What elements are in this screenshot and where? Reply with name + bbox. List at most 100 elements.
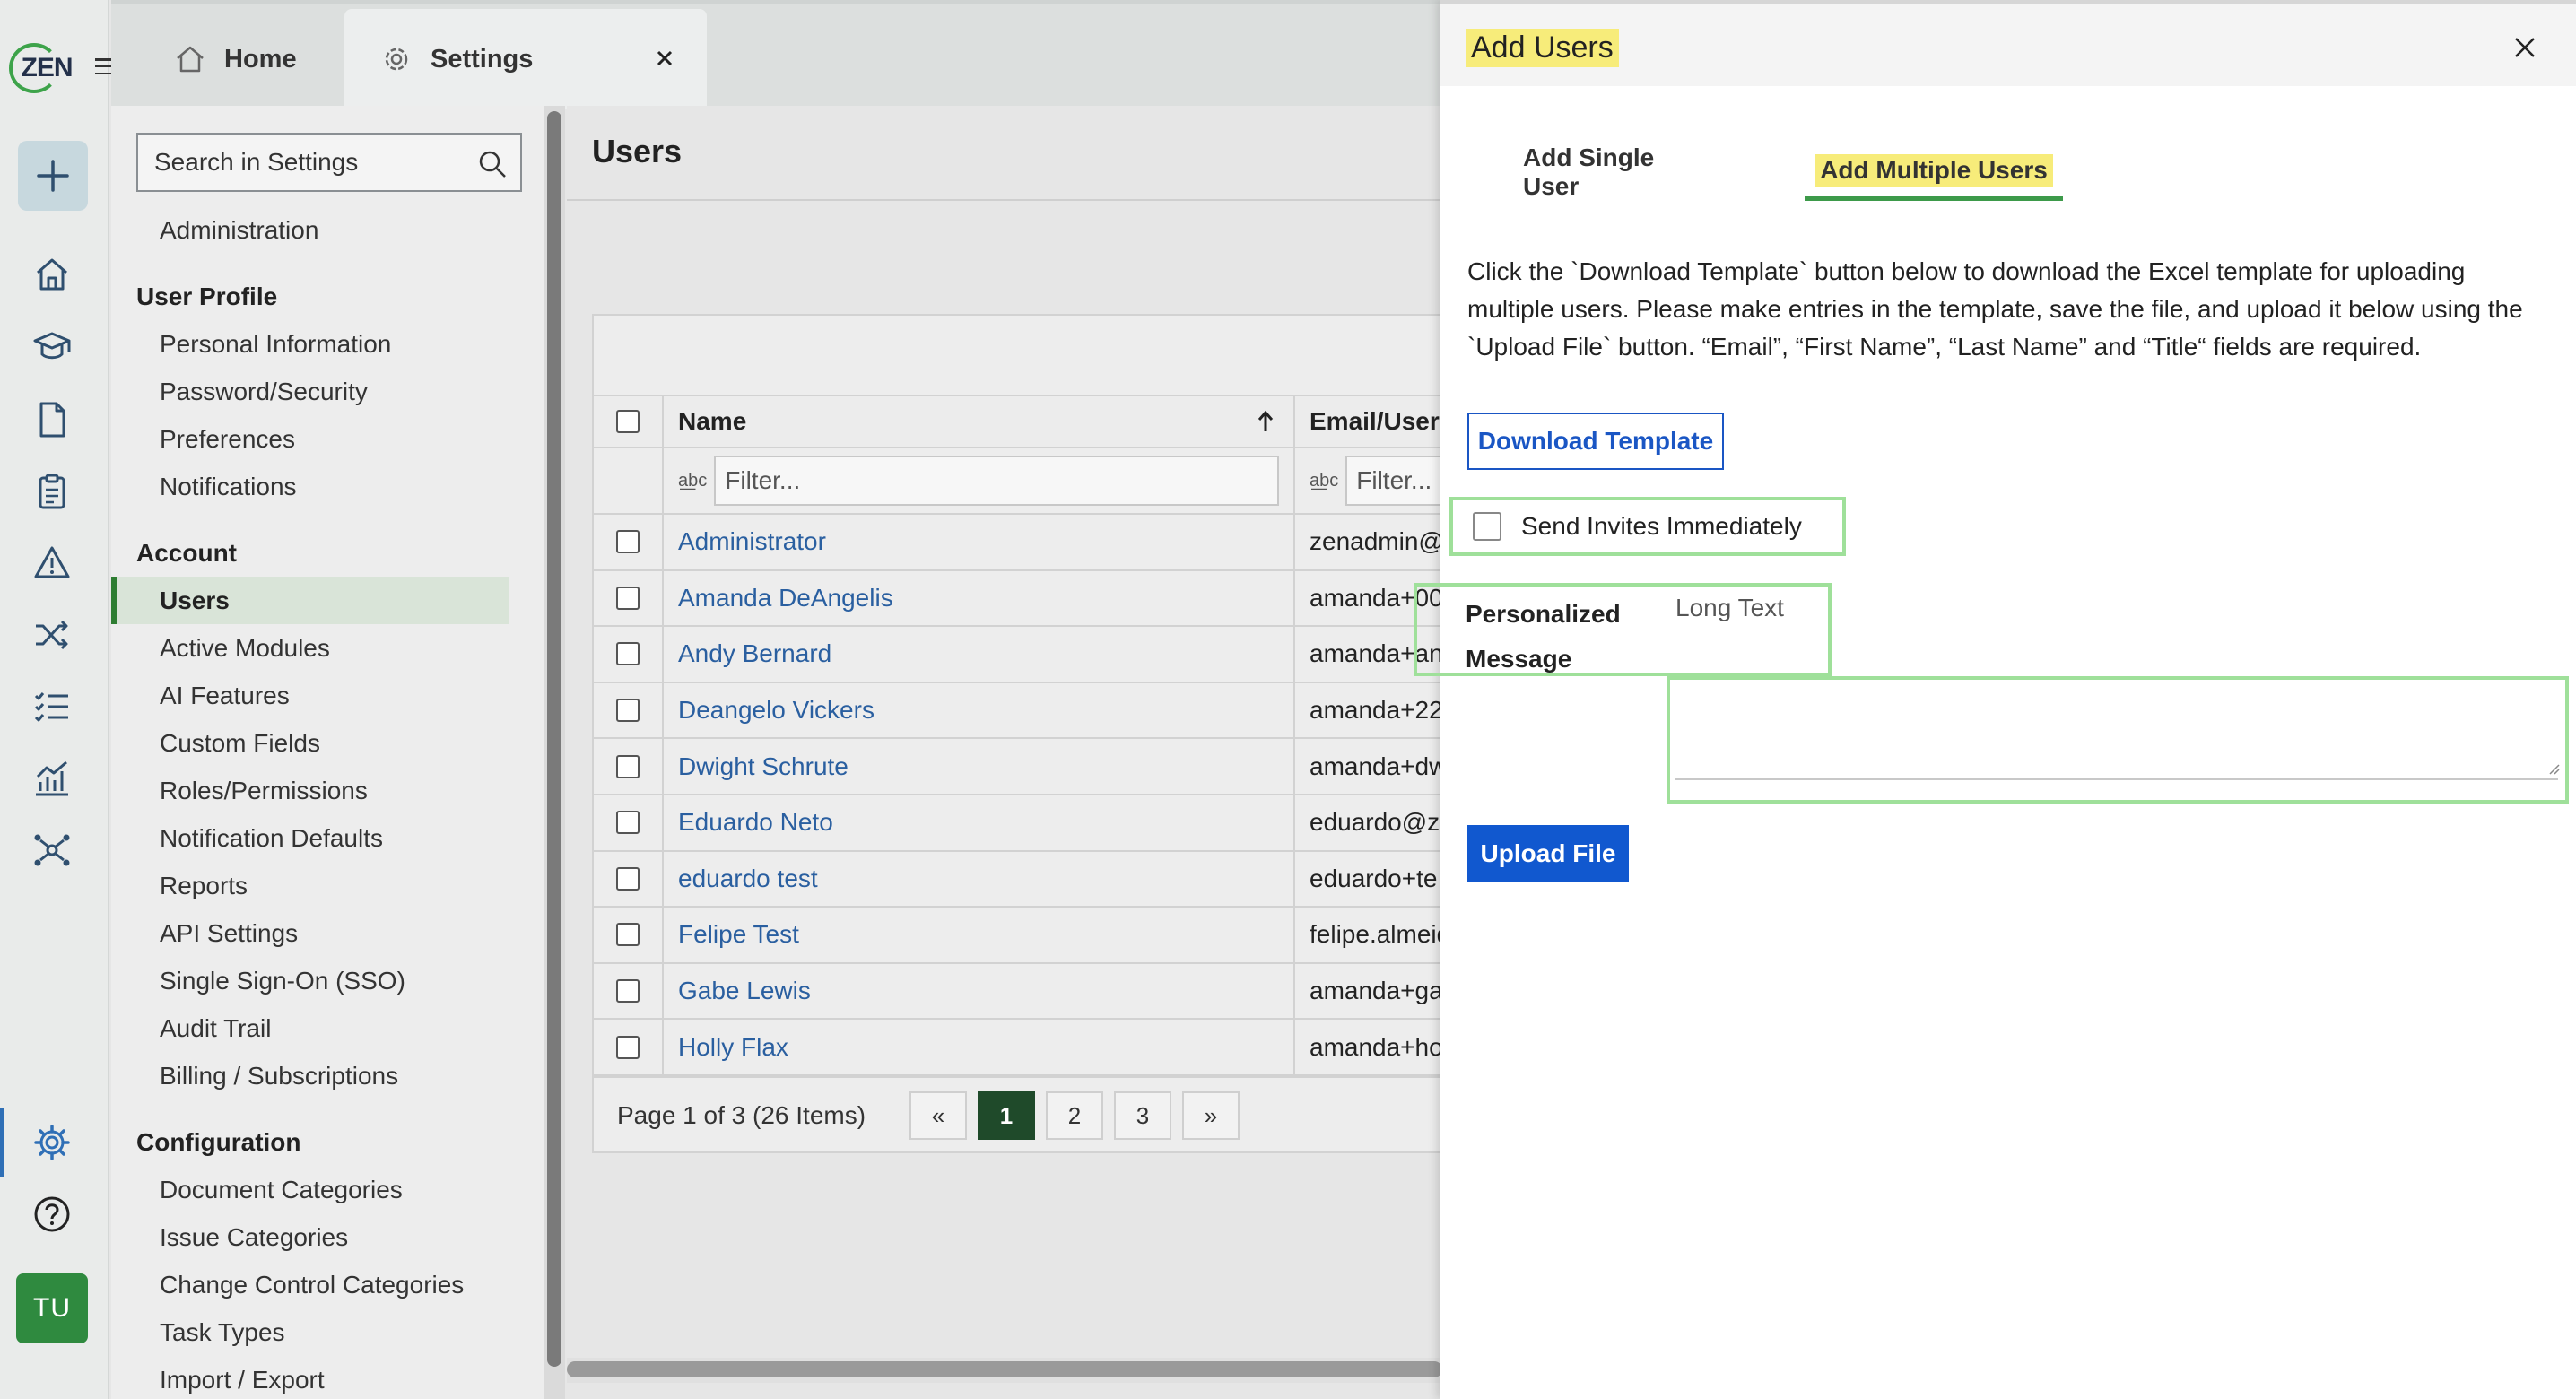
nav-item-reports[interactable]: Reports [111, 862, 547, 909]
table-row: Gabe Lewis amanda+gal [594, 963, 1444, 1021]
pager-next-button[interactable]: » [1182, 1091, 1240, 1140]
nav-item-sso[interactable]: Single Sign-On (SSO) [111, 957, 547, 1004]
user-avatar[interactable]: TU [16, 1273, 88, 1343]
settings-search-input[interactable] [154, 148, 459, 177]
sidebar-scrollbar-thumb[interactable] [547, 111, 561, 1367]
nav-item-ai-features[interactable]: AI Features [111, 672, 547, 719]
nav-item-change-control-categories[interactable]: Change Control Categories [111, 1261, 547, 1308]
nav-item-document-categories[interactable]: Document Categories [111, 1166, 547, 1213]
user-name-link[interactable]: Holly Flax [664, 1020, 1295, 1074]
rail-gear-icon[interactable] [30, 1121, 74, 1164]
close-icon[interactable] [2510, 32, 2540, 63]
tab-settings[interactable]: Settings [344, 9, 707, 109]
add-users-panel: Add Users Add Single User Add Multiple U… [1414, 0, 2576, 1399]
settings-search[interactable] [136, 133, 522, 192]
nav-group-account: Account [136, 539, 237, 567]
rail-checklist-icon[interactable] [30, 685, 74, 728]
add-mode-tabs: Add Single User Add Multiple Users [1440, 143, 2576, 201]
nav-item-notifications[interactable]: Notifications [111, 463, 547, 510]
app-logo[interactable]: ZEN [9, 43, 74, 93]
rail-warning-icon[interactable] [30, 542, 74, 585]
row-checkbox[interactable] [616, 866, 640, 891]
nav-item-preferences[interactable]: Preferences [111, 415, 547, 463]
name-filter-input[interactable] [714, 456, 1280, 506]
close-tab-icon[interactable] [651, 45, 678, 72]
resize-handle-icon[interactable] [2546, 760, 2560, 775]
row-checkbox[interactable] [616, 530, 640, 554]
rail-help-icon[interactable] [30, 1193, 74, 1236]
user-name-link[interactable]: Amanda DeAngelis [664, 570, 1295, 626]
row-checkbox[interactable] [616, 923, 640, 947]
user-email: amanda+ho [1310, 1032, 1443, 1061]
create-new-button[interactable] [18, 141, 88, 211]
rail-network-icon[interactable] [30, 829, 74, 872]
nav-item-api-settings[interactable]: API Settings [111, 909, 547, 957]
pager-page-1-button[interactable]: 1 [978, 1091, 1035, 1140]
pager-prev-button[interactable]: « [909, 1091, 967, 1140]
rail-shuffle-icon[interactable] [30, 613, 74, 656]
row-checkbox[interactable] [616, 642, 640, 666]
row-checkbox[interactable] [616, 811, 640, 835]
grid-filter-row: a͟bc a͟bc [594, 448, 1444, 515]
send-invites-label: Send Invites Immediately [1521, 512, 1802, 540]
nav-group-configuration: Configuration [136, 1128, 301, 1156]
user-email: amanda+dw [1310, 752, 1444, 780]
tab-add-multiple-users[interactable]: Add Multiple Users [1805, 143, 2063, 201]
row-checkbox[interactable] [616, 979, 640, 1004]
row-checkbox[interactable] [616, 1035, 640, 1059]
user-name-link[interactable]: Dwight Schrute [664, 739, 1295, 794]
user-email: amanda+22 [1310, 696, 1443, 725]
pager-page-3-button[interactable]: 3 [1114, 1091, 1171, 1140]
rail-chart-icon[interactable] [30, 757, 74, 800]
search-icon[interactable] [477, 149, 508, 179]
user-name-link[interactable]: Andy Bernard [664, 627, 1295, 682]
grid-body: Administrator zenadmin@l Amanda DeAngelis… [594, 515, 1444, 1076]
rail-home-icon[interactable] [30, 253, 74, 296]
upload-file-button[interactable]: Upload File [1467, 825, 1629, 882]
user-name-link[interactable]: Administrator [664, 515, 1295, 569]
tab-home[interactable]: Home [174, 9, 297, 109]
divider [567, 199, 1442, 201]
sort-ascending-icon[interactable] [1256, 409, 1275, 434]
page-info: Page 1 of 3 (26 Items) [617, 1101, 866, 1129]
rail-graduation-cap-icon[interactable] [30, 325, 74, 368]
send-invites-checkbox[interactable] [1473, 512, 1501, 541]
panel-title: Add Users [1466, 29, 1619, 67]
nav-item-notification-defaults[interactable]: Notification Defaults [111, 814, 547, 862]
nav-item-password-security[interactable]: Password/Security [111, 368, 547, 415]
select-all-checkbox[interactable] [616, 410, 640, 433]
nav-item-active-modules[interactable]: Active Modules [111, 624, 547, 672]
nav-item-administration[interactable]: Administration [111, 206, 547, 254]
table-row: Felipe Test felipe.almeid [594, 908, 1444, 964]
nav-item-roles-permissions[interactable]: Roles/Permissions [111, 767, 547, 814]
user-name-link[interactable]: eduardo test [664, 851, 1295, 907]
tab-add-single-user[interactable]: Add Single User [1523, 143, 1717, 201]
row-checkbox[interactable] [616, 699, 640, 723]
nav-item-billing[interactable]: Billing / Subscriptions [111, 1052, 547, 1099]
pager-page-2-button[interactable]: 2 [1046, 1091, 1103, 1140]
nav-item-task-types[interactable]: Task Types [111, 1308, 547, 1356]
table-row: Dwight Schrute amanda+dw [594, 739, 1444, 795]
email-filter-input[interactable] [1345, 456, 1444, 506]
rail-document-icon[interactable] [30, 398, 74, 441]
rail-clipboard-icon[interactable] [30, 470, 74, 513]
nav-item-personal-information[interactable]: Personal Information [111, 320, 547, 368]
send-invites-option[interactable]: Send Invites Immediately [1449, 497, 1846, 556]
row-checkbox[interactable] [616, 586, 640, 610]
user-name-link[interactable]: Gabe Lewis [664, 963, 1295, 1019]
nav-item-custom-fields[interactable]: Custom Fields [111, 719, 547, 767]
download-template-button[interactable]: Download Template [1467, 413, 1724, 470]
nav-item-issue-categories[interactable]: Issue Categories [111, 1213, 547, 1261]
user-name-link[interactable]: Eduardo Neto [664, 795, 1295, 850]
user-name-link[interactable]: Felipe Test [664, 908, 1295, 962]
content-scrollbar-thumb[interactable] [567, 1361, 1442, 1377]
personalized-message-field[interactable] [1675, 683, 2558, 780]
user-name-link[interactable]: Deangelo Vickers [664, 682, 1295, 738]
nav-item-users[interactable]: Users [111, 577, 509, 624]
nav-item-import-export[interactable]: Import / Export [111, 1356, 547, 1399]
users-content: Users Name Email/Userl a͟bc a͟bc [567, 106, 1444, 1399]
column-header-name[interactable]: Name [664, 396, 1295, 447]
column-header-email[interactable]: Email/Userl [1295, 396, 1444, 447]
row-checkbox[interactable] [616, 754, 640, 778]
nav-item-audit-trail[interactable]: Audit Trail [111, 1004, 547, 1052]
